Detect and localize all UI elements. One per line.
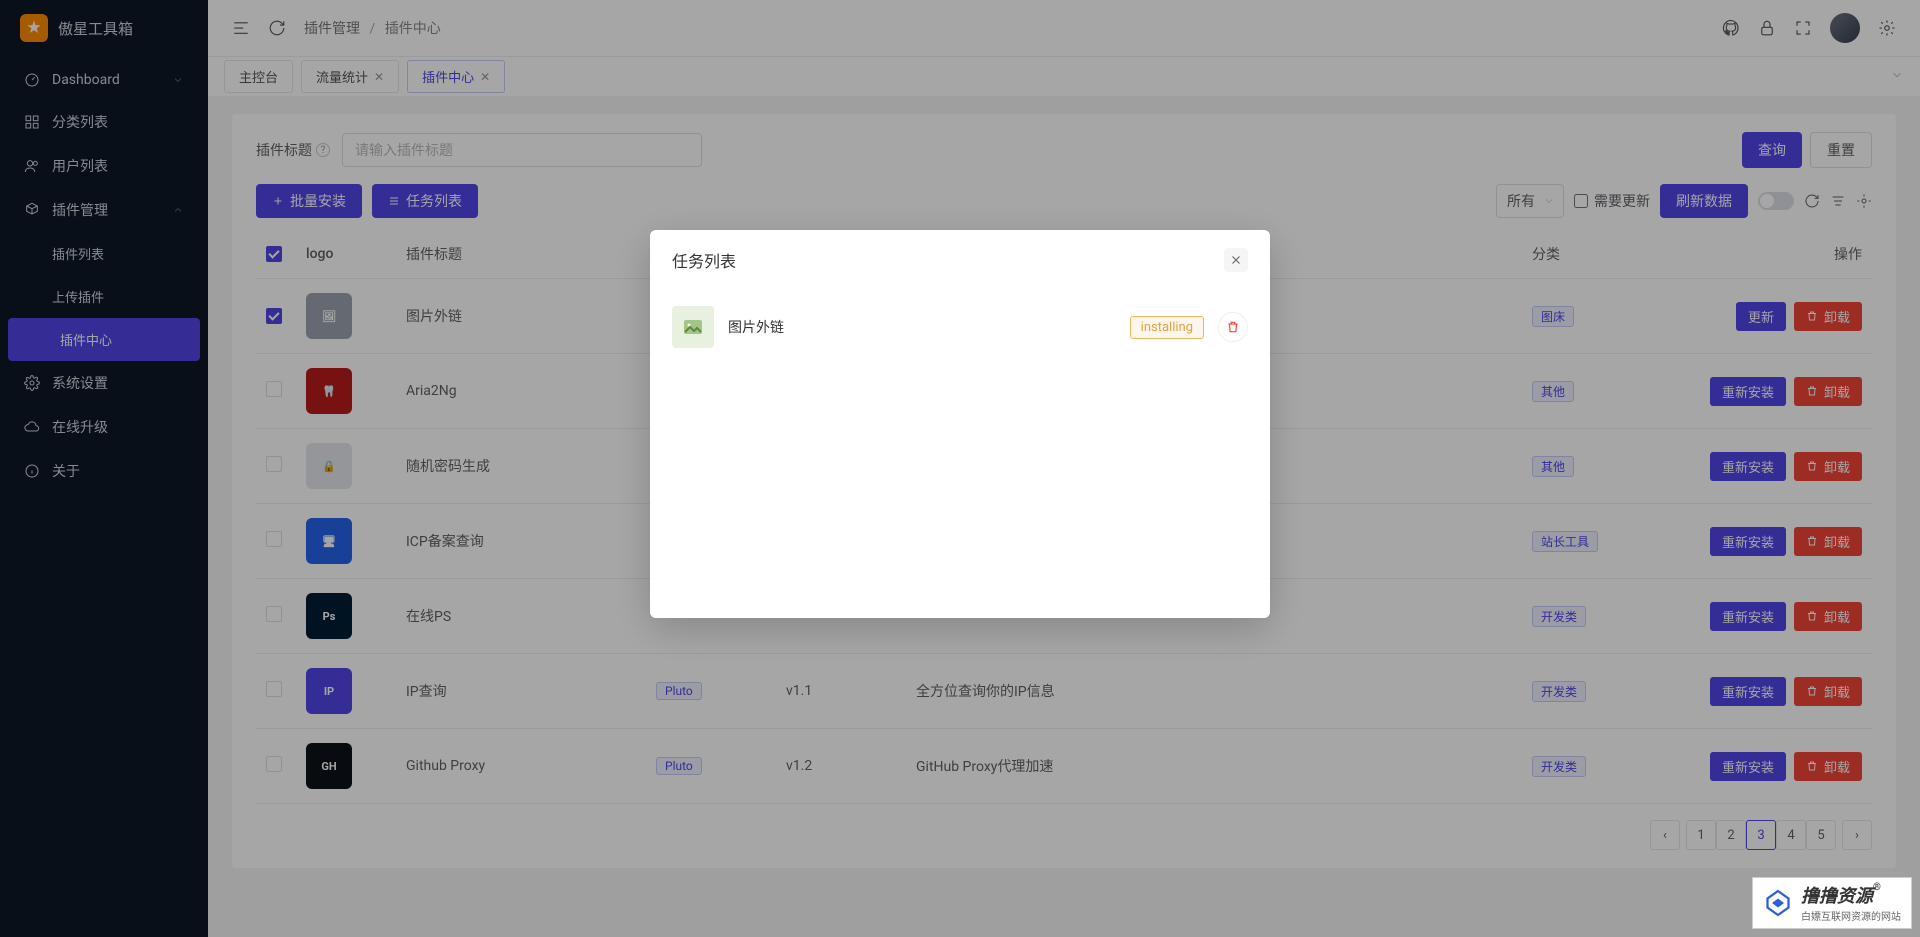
task-name: 图片外链 [728,317,1116,337]
modal-title: 任务列表 [672,248,736,272]
task-list-modal: 任务列表 图片外链 installing [650,230,1270,618]
watermark-logo-icon [1763,888,1793,918]
watermark-title: 撸撸资源 [1801,882,1873,908]
modal-close-button[interactable] [1224,248,1248,272]
watermark-reg: ® [1873,882,1881,893]
task-thumbnail [672,306,714,348]
modal-overlay[interactable]: 任务列表 图片外链 installing [0,0,1920,937]
task-status-badge: installing [1130,316,1204,339]
watermark-subtitle: 白嫖互联网资源的网站 [1801,912,1901,923]
watermark: 撸撸资源 ® 白嫖互联网资源的网站 [1752,877,1912,929]
task-row: 图片外链 installing [672,296,1248,358]
task-delete-button[interactable] [1218,312,1248,342]
